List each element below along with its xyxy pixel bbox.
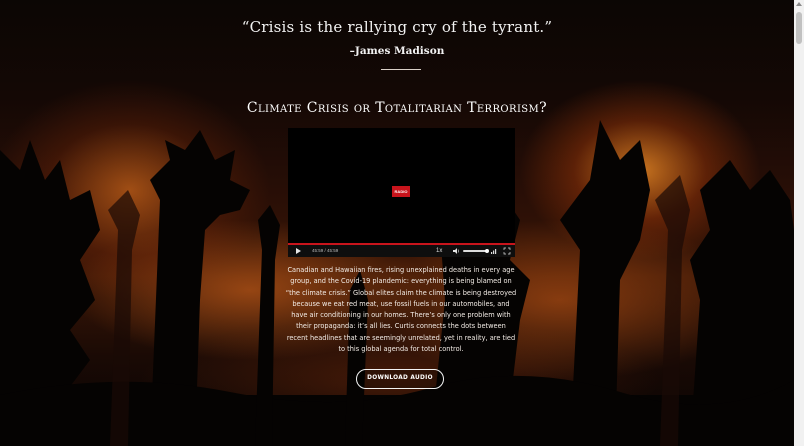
fullscreen-icon[interactable] [503, 245, 511, 257]
scrollbar-thumb[interactable] [796, 12, 802, 44]
scroll-up-arrow-icon[interactable] [796, 2, 802, 6]
episode-description: Canadian and Hawaiian fires, rising unex… [285, 266, 517, 354]
quote-block: “Crisis is the rallying cry of the tyran… [0, 18, 794, 57]
quote-author: –James Madison [349, 45, 445, 57]
divider [381, 69, 421, 70]
volume-icon[interactable] [452, 245, 460, 257]
volume-slider[interactable] [463, 250, 487, 252]
play-icon[interactable] [295, 245, 303, 257]
quote-text: “Crisis is the rallying cry of the tyran… [241, 18, 553, 36]
playback-speed-button[interactable]: 1x [436, 245, 442, 257]
volume-slider-handle[interactable] [485, 249, 489, 253]
video-controls-bar: 45:59 / 45:59 1x [288, 245, 515, 257]
section-title: Climate Crisis or Totalitarian Terrorism… [246, 100, 548, 116]
hero-section: “Crisis is the rallying cry of the tyran… [0, 0, 794, 446]
video-logo: RADIO [392, 186, 410, 197]
time-readout: 45:59 / 45:59 [312, 248, 339, 253]
download-audio-button[interactable]: DOWNLOAD AUDIO [356, 369, 444, 389]
page-scrollbar[interactable] [794, 0, 804, 446]
signal-bars-icon[interactable] [491, 245, 498, 257]
video-player[interactable]: RADIO 45:59 / 45:59 1x [288, 128, 515, 257]
